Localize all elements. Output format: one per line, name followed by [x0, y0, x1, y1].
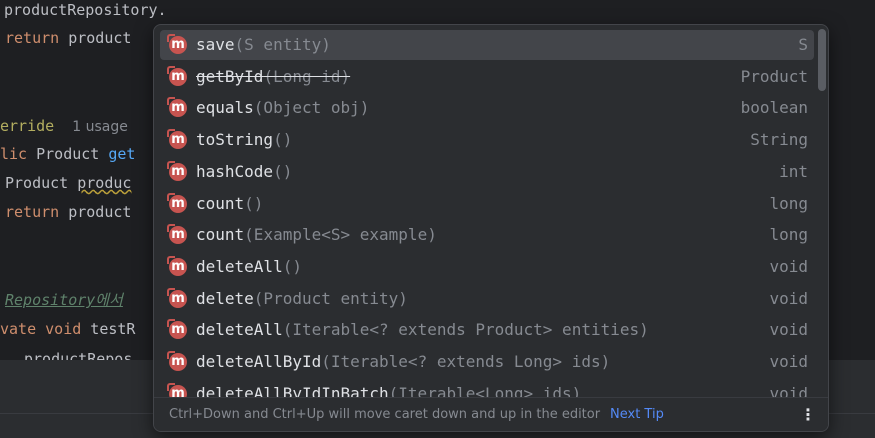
return-type: S [798, 35, 808, 54]
completion-item[interactable]: m deleteAll() void [160, 252, 814, 282]
completion-item[interactable]: m save(S entity) S [160, 30, 814, 60]
completion-item[interactable]: m delete(Product entity) void [160, 284, 814, 314]
completion-item[interactable]: m count() long [160, 189, 814, 219]
method-params: () [244, 193, 264, 213]
method-icon: m [167, 319, 187, 340]
method-signature: save(S entity) [196, 30, 331, 60]
method-signature: hashCode() [196, 157, 292, 187]
method-icon: m [167, 129, 187, 150]
method-signature: count() [196, 189, 263, 219]
code-line: Product produc [5, 174, 132, 192]
method-name: equals [196, 98, 254, 118]
code-completion-popup[interactable]: m save(S entity) Sm getById(Long id) Product… [153, 24, 829, 432]
method-signature: getById(Long id) [196, 62, 350, 92]
method-icon: m [167, 287, 187, 308]
method-signature: equals(Object obj) [196, 93, 369, 123]
method-icon: m [167, 255, 187, 276]
method-params: (Object obj) [253, 98, 370, 118]
popup-footer: Ctrl+Down and Ctrl+Up will move caret do… [154, 397, 828, 431]
method-params: (Product entity) [253, 288, 408, 308]
completion-item[interactable]: m count(Example<S> example) long [160, 220, 814, 250]
method-params: (Iterable<? extends Long> ids) [321, 352, 611, 371]
method-signature: deleteAll(Iterable<? extends Product> en… [196, 315, 649, 345]
method-signature: deleteAll() [196, 252, 302, 282]
code-line: lic Product get [0, 145, 136, 163]
method-icon: m [167, 34, 187, 54]
method-params: (Example<S> example) [244, 225, 437, 245]
method-icon: m [167, 351, 187, 371]
completion-item[interactable]: m equals(Object obj) boolean [160, 93, 814, 123]
completion-item[interactable]: m hashCode() int [160, 157, 814, 187]
method-name: getById [196, 66, 264, 86]
return-type: void [769, 320, 808, 340]
tip-text: Ctrl+Down and Ctrl+Up will move caret do… [169, 407, 601, 422]
method-name: deleteAll [196, 320, 283, 340]
method-params: () [282, 256, 302, 276]
method-signature: delete(Product entity) [196, 284, 408, 314]
return-type: long [769, 193, 808, 213]
return-type: void [769, 352, 808, 371]
completion-item[interactable]: m getById(Long id) Product [160, 62, 814, 92]
method-icon: m [167, 224, 187, 245]
return-type: boolean [740, 98, 808, 118]
completion-item[interactable]: m toString() String [160, 125, 814, 155]
method-name: count [196, 225, 245, 245]
usage-hint[interactable]: 1 usage [72, 119, 128, 135]
method-icon: m [167, 192, 187, 213]
return-type: void [769, 256, 808, 276]
method-name: count [196, 193, 245, 213]
code-line: erride 1 usage [0, 117, 128, 135]
method-icon: m [167, 382, 187, 397]
code-line: Repository에서 [5, 291, 123, 309]
scrollbar[interactable] [818, 29, 826, 393]
method-params: () [273, 130, 293, 150]
method-icon: m [167, 65, 187, 86]
return-type: void [769, 383, 808, 397]
method-icon: m [167, 160, 187, 181]
completion-item[interactable]: m deleteAll(Iterable<? extends Product> e… [160, 315, 814, 345]
scrollbar-thumb[interactable] [818, 29, 826, 91]
completion-list[interactable]: m save(S entity) Sm getById(Long id) Product… [154, 25, 828, 397]
next-tip-link[interactable]: Next Tip [610, 398, 664, 431]
method-params: (Iterable<Long> ids) [388, 383, 582, 397]
method-params: (Long id) [263, 66, 351, 86]
method-name: save [196, 35, 235, 54]
method-params: () [273, 161, 293, 181]
more-options-icon[interactable]: ⋮ [800, 398, 816, 431]
method-signature: count(Example<S> example) [196, 220, 437, 250]
method-name: delete [196, 288, 254, 308]
method-signature: deleteAllByIdInBatch(Iterable<Long> ids) [196, 379, 581, 397]
method-name: toString [196, 130, 274, 150]
completion-item[interactable]: m deleteAllById(Iterable<? extends Long> … [160, 347, 814, 377]
return-type: int [779, 161, 808, 181]
code-line: return product [5, 29, 132, 47]
method-name: deleteAllByIdInBatch [196, 383, 389, 397]
return-type: String [750, 130, 808, 150]
method-name: deleteAllById [196, 352, 322, 371]
return-type: long [769, 225, 808, 245]
method-params: (Iterable<? extends Product> entities) [282, 320, 649, 340]
method-name: deleteAll [196, 256, 283, 276]
code-line: return product [5, 203, 132, 221]
return-type: Product [740, 66, 808, 86]
method-params: (S entity) [234, 35, 331, 54]
method-signature: deleteAllById(Iterable<? extends Long> i… [196, 347, 610, 377]
method-icon: m [167, 97, 187, 118]
method-signature: toString() [196, 125, 292, 155]
code-line: vate void testR [0, 320, 136, 338]
completion-item[interactable]: m deleteAllByIdInBatch(Iterable<Long> ids… [160, 379, 814, 397]
return-type: void [769, 288, 808, 308]
code-line: productRepository. [4, 1, 167, 19]
method-name: hashCode [196, 161, 274, 181]
